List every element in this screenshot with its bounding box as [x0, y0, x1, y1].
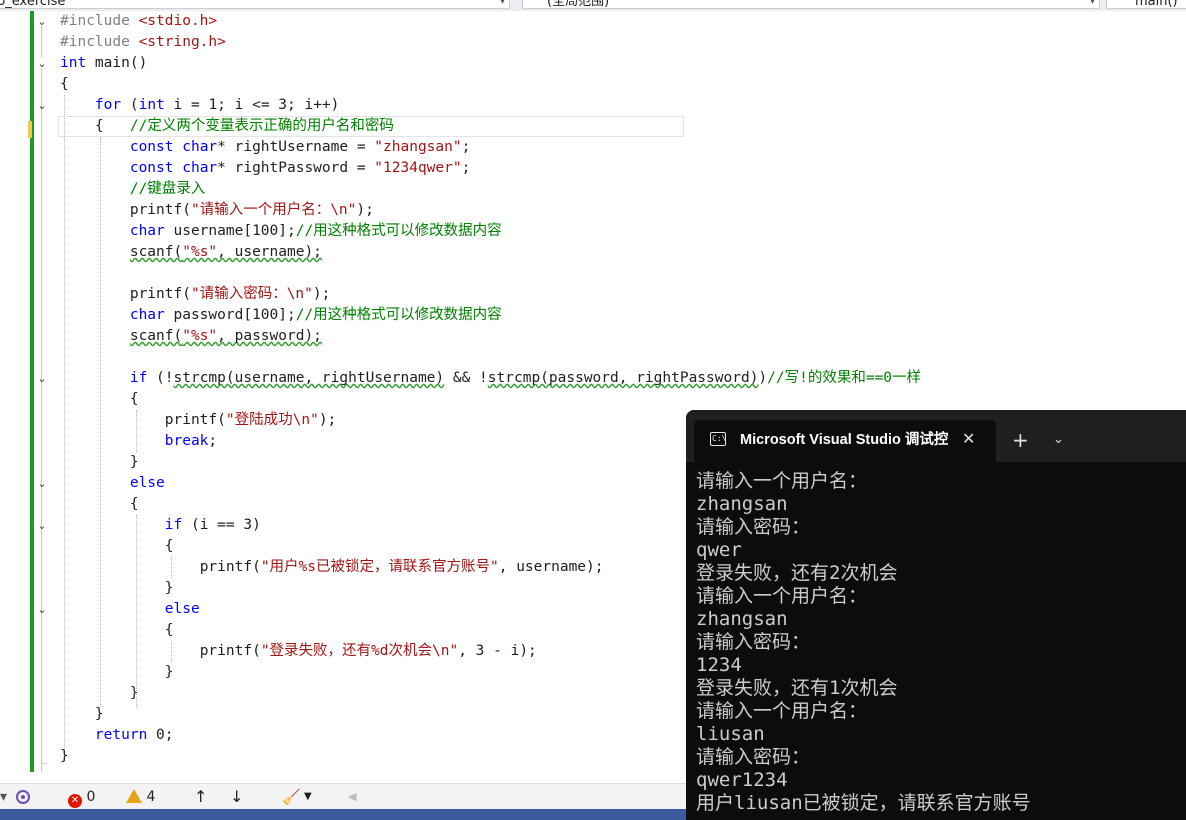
- code-line: {: [129, 391, 139, 407]
- chevron-down-icon: ▾: [499, 0, 505, 7]
- terminal-output-line: 请输入密码：: [696, 746, 811, 768]
- terminal-titlebar: C:\ Microsoft Visual Studio 调试控制台 ✕ + ⌄: [686, 410, 1186, 462]
- code-line: scanf("%s", password);: [129, 328, 322, 344]
- code-line: }: [164, 664, 174, 680]
- terminal-output-line: 请输入密码：: [696, 516, 811, 538]
- code-line: }: [94, 706, 104, 722]
- arrow-up-icon[interactable]: ↑: [194, 784, 207, 810]
- terminal-output-line: 请输入一个用户名：: [696, 700, 868, 722]
- code-line: //键盘录入: [129, 181, 206, 197]
- code-line: }: [129, 454, 139, 470]
- terminal-output[interactable]: 请输入一个用户名： zhangsan 请输入密码： qwer 登录失败，还有2次机会 请输…: [696, 470, 1184, 815]
- terminal-output-line: zhangsan: [696, 493, 788, 515]
- terminal-output-line: 用户liusan已被锁定，请联系官方账号: [696, 792, 1031, 814]
- member-dropdown-value: main(): [1135, 0, 1178, 9]
- scope-dropdown-value: (全局范围): [547, 0, 610, 9]
- unsaved-change-marker: [28, 121, 32, 138]
- terminal-output-line: 1234: [696, 654, 742, 676]
- code-line: for (int i = 1; i <= 3; i++): [94, 97, 340, 113]
- code-line: }: [164, 580, 174, 596]
- code-line: {: [164, 538, 174, 554]
- terminal-tab[interactable]: C:\ Microsoft Visual Studio 调试控制台 ✕: [694, 420, 996, 462]
- collapse-icon[interactable]: ⌄: [34, 473, 50, 494]
- code-line: int main(): [60, 55, 148, 71]
- code-line: printf("登录失败，还有%d次机会\n", 3 - i);: [199, 643, 537, 659]
- chevron-down-icon: ▾: [1089, 0, 1095, 7]
- code-line: printf("登陆成功\n");: [164, 412, 337, 428]
- code-line: {: [129, 496, 139, 512]
- member-dropdown[interactable]: main(): [1106, 0, 1186, 9]
- zoom-dropdown-icon[interactable]: ▾: [0, 784, 10, 810]
- terminal-output-line: 请输入一个用户名：: [696, 585, 868, 607]
- code-line: char password[100];//用这种格式可以修改数据内容: [129, 307, 502, 323]
- collapse-icon[interactable]: ⌄: [34, 11, 50, 32]
- code-line: scanf("%s", username);: [129, 244, 322, 260]
- warning-count: 4: [146, 789, 156, 805]
- code-line: }: [60, 748, 69, 764]
- code-line: if (!strcmp(username, rightUsername) && …: [129, 370, 922, 386]
- console-icon: C:\: [710, 432, 726, 446]
- terminal-output-line: 请输入一个用户名：: [696, 470, 868, 492]
- code-line: printf("请输入密码：\n");: [129, 286, 331, 302]
- terminal-tab-title: Microsoft Visual Studio 调试控制台: [740, 432, 948, 448]
- collapse-icon[interactable]: ⌄: [34, 95, 50, 116]
- code-line: {: [60, 76, 69, 92]
- scope-dropdown[interactable]: (全局范围) ▾: [522, 0, 1100, 9]
- code-line: #include <string.h>: [60, 34, 226, 50]
- collapse-icon[interactable]: ⌄: [34, 368, 50, 389]
- error-count: 0: [86, 789, 96, 805]
- warning-icon: [126, 789, 142, 803]
- collapse-icon[interactable]: ⌄: [34, 53, 50, 74]
- code-line: else: [129, 475, 165, 491]
- terminal-output-line: 登录失败，还有1次机会: [696, 677, 898, 699]
- terminal-output-line: liusan: [696, 723, 765, 745]
- code-line: return 0;: [94, 727, 174, 743]
- terminal-output-line: qwer1234: [696, 769, 788, 791]
- debug-console-window[interactable]: C:\ Microsoft Visual Studio 调试控制台 ✕ + ⌄ …: [686, 410, 1186, 820]
- project-dropdown-value: b_exercise: [0, 0, 66, 9]
- code-cleanup-icon[interactable]: 🧹: [282, 784, 301, 810]
- collapse-icon[interactable]: ⌄: [34, 515, 50, 536]
- collapse-icon[interactable]: ⌄: [34, 599, 50, 620]
- code-line: printf("用户%s已被锁定，请联系官方账号", username);: [199, 559, 604, 575]
- code-line: printf("请输入一个用户名：\n");: [129, 202, 374, 218]
- intellicode-icon[interactable]: [14, 784, 32, 810]
- error-icon: ✕: [68, 794, 82, 808]
- navigation-bar: b_exercise ▾ (全局范围) ▾ main(): [0, 0, 1186, 11]
- terminal-output-line: 请输入密码：: [696, 631, 811, 653]
- code-line: #include <stdio.h>: [60, 13, 218, 29]
- fold-outline: [41, 68, 42, 772]
- project-dropdown[interactable]: b_exercise ▾: [0, 0, 510, 9]
- chevron-down-icon[interactable]: ▼: [304, 784, 312, 810]
- code-line: }: [129, 685, 139, 701]
- warnings-indicator[interactable]: 4: [126, 784, 155, 810]
- chevron-down-icon[interactable]: ⌄: [1053, 429, 1064, 451]
- code-line: if (i == 3): [164, 517, 261, 533]
- code-line: else: [164, 601, 200, 617]
- code-line: break;: [164, 433, 218, 449]
- code-line: { //定义两个变量表示正确的用户名和密码: [94, 118, 394, 134]
- code-line: {: [164, 622, 174, 638]
- arrow-down-icon[interactable]: ↓: [230, 784, 243, 810]
- terminal-output-line: zhangsan: [696, 608, 788, 630]
- close-icon[interactable]: ✕: [962, 429, 975, 449]
- terminal-output-line: qwer: [696, 539, 742, 561]
- fold-outline: [41, 763, 47, 764]
- terminal-output-line: 登录失败，还有2次机会: [696, 562, 898, 584]
- scroll-left-icon[interactable]: ◀: [348, 784, 356, 810]
- errors-indicator[interactable]: ✕ 0: [68, 784, 95, 810]
- new-tab-icon[interactable]: +: [1012, 429, 1029, 451]
- code-line: const char* rightPassword = "1234qwer";: [129, 160, 471, 176]
- code-line: const char* rightUsername = "zhangsan";: [129, 139, 471, 155]
- code-line: char username[100];//用这种格式可以修改数据内容: [129, 223, 502, 239]
